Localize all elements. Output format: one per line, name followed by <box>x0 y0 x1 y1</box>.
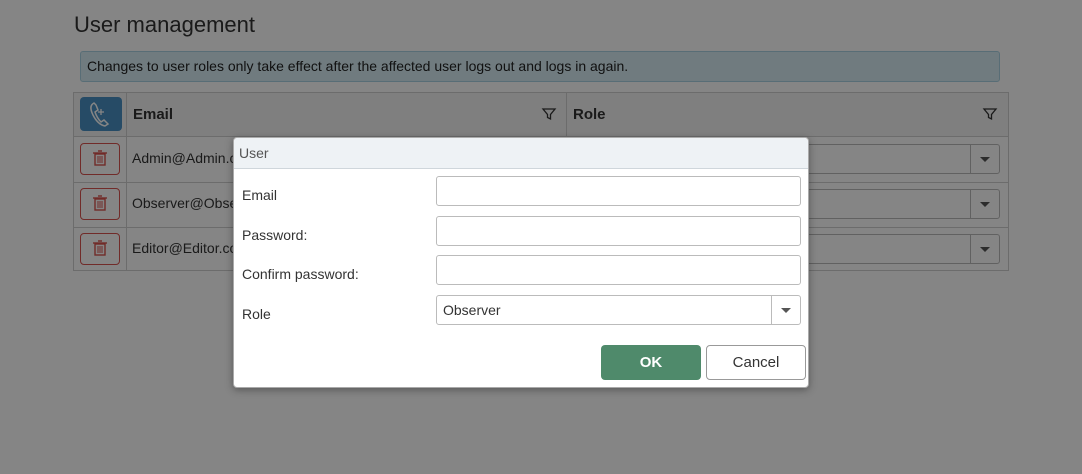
dialog-title: User <box>234 138 808 169</box>
email-field[interactable] <box>436 176 801 206</box>
user-dialog: User Email Password: Confirm password: R… <box>233 137 809 388</box>
role-dropdown[interactable]: Observer <box>436 295 801 325</box>
cancel-button[interactable]: Cancel <box>706 345 806 380</box>
password-label: Password: <box>242 227 308 243</box>
role-label: Role <box>242 306 271 322</box>
confirm-password-field[interactable] <box>436 255 801 285</box>
email-label: Email <box>242 187 278 203</box>
chevron-down-icon <box>781 308 791 313</box>
role-dropdown-value: Observer <box>443 302 501 318</box>
ok-button[interactable]: OK <box>601 345 701 380</box>
password-field[interactable] <box>436 216 801 246</box>
confirm-password-label: Confirm password: <box>242 266 359 282</box>
